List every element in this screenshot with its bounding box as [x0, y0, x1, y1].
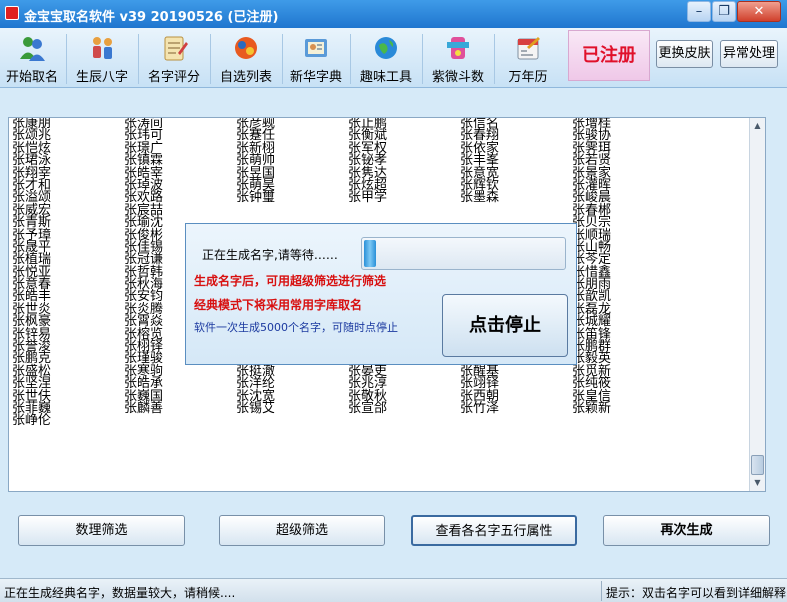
progress-dialog: 正在生成名字,请等待…… 生成名字后，可用超级筛选进行筛选 经典模式下将采用常用… — [185, 223, 577, 365]
scroll-up-icon[interactable]: ▲ — [750, 118, 765, 134]
status-bar: 正在生成经典名字，数据量较大，请稍候.... 提示：双击名字可以看到详细解释 — [0, 578, 787, 602]
dictionary-icon — [305, 39, 327, 57]
fun-tools-button[interactable]: 趣味工具 — [354, 31, 418, 87]
start-naming-button[interactable]: 开始取名 — [2, 31, 62, 87]
toolbar-label: 紫微斗数 — [431, 70, 484, 85]
toolbar-label: 开始取名 — [5, 70, 58, 85]
ziwei-doushu-button[interactable]: 紫微斗数 — [426, 31, 490, 87]
name-item[interactable]: 张钟璽 — [236, 191, 346, 204]
tip-filter-text: 生成名字后，可用超级筛选进行筛选 — [194, 274, 387, 288]
name-score-button[interactable]: 名字评分 — [142, 31, 206, 87]
calendar-icon — [517, 37, 540, 60]
app-icon — [5, 6, 19, 20]
name-item[interactable]: 张甲学 — [348, 191, 458, 204]
toolbar-separator — [66, 34, 67, 84]
five-elements-button[interactable]: 查看各名字五行属性 — [411, 515, 577, 546]
window-title: 金宝宝取名软件 v39 20190526 (已注册) — [24, 10, 279, 25]
title-bar: 金宝宝取名软件 v39 20190526 (已注册) – ❐ ✕ — [0, 0, 787, 28]
vertical-scrollbar[interactable]: ▲ ▼ — [749, 118, 765, 491]
toolbar-label: 新华字典 — [289, 70, 342, 85]
toolbar-label: 趣味工具 — [359, 70, 412, 85]
stop-button[interactable]: 点击停止 — [442, 294, 568, 357]
minimize-button[interactable]: – — [687, 1, 711, 22]
perpetual-calendar-button[interactable]: 万年历 — [498, 31, 558, 87]
super-filter-button[interactable]: 超级筛选 — [219, 515, 385, 546]
scroll-down-icon[interactable]: ▼ — [750, 475, 765, 491]
notepad-icon — [164, 36, 188, 61]
name-item[interactable]: 张峥伦 — [12, 414, 122, 427]
status-message: 正在生成经典名字，数据量较大，请稍候.... — [4, 586, 236, 600]
names-column: 张康朋 张颂兆 张恺炫 张珺泳 张翔宰 张才和 张溢颂 张威宏 张青斯 张予璋 张晟平 张植瑞 张悦亚张… — [12, 118, 122, 428]
status-divider — [601, 581, 602, 601]
list-icon — [235, 37, 257, 59]
registered-badge: 已注册 — [568, 30, 650, 81]
toolbar-separator — [282, 34, 283, 84]
toolbar-separator — [210, 34, 211, 84]
progress-status-text: 正在生成名字,请等待…… — [202, 248, 338, 262]
toolbar-separator — [138, 34, 139, 84]
toolbar-separator — [350, 34, 351, 84]
name-item[interactable]: 张颖新 — [572, 402, 682, 415]
names-column: 张增桂 张骏协 张霁珥 张若贤 张景家 张灌晖 张峻晨 张春郴 张贝宗 张顺瑞 张山畅 张芩定 张惜鑫张… — [572, 118, 682, 415]
tip-classic-text: 经典模式下将采用常用字库取名 — [194, 298, 363, 312]
toolbar-label: 生辰八字 — [75, 70, 128, 85]
globe-icon — [375, 37, 397, 59]
name-item[interactable]: 张麟善 — [124, 402, 234, 415]
toolbar-separator — [494, 34, 495, 84]
progress-bar — [361, 237, 566, 270]
name-item[interactable]: 张锡艾 — [236, 402, 346, 415]
name-item[interactable] — [236, 205, 346, 217]
progress-fill — [364, 240, 376, 267]
close-button[interactable]: ✕ — [737, 1, 781, 22]
name-item[interactable]: 张墨森 — [460, 191, 570, 204]
restore-button[interactable]: ❐ — [712, 1, 736, 22]
scroll-thumb[interactable] — [751, 455, 764, 475]
exception-handling-button[interactable]: 异常处理 — [720, 40, 778, 68]
regenerate-button[interactable]: 再次生成 — [603, 515, 770, 546]
toolbar-label: 名字评分 — [147, 70, 200, 85]
stars-icon — [447, 37, 469, 59]
status-hint: 提示：双击名字可以看到详细解释 — [606, 586, 787, 600]
toolbar-label: 自选列表 — [219, 70, 272, 85]
change-skin-button[interactable]: 更换皮肤 — [656, 40, 713, 68]
tip-batch-text: 软件一次生成5000个名字，可随时点停止 — [194, 321, 398, 334]
family-icon — [93, 37, 112, 59]
numerology-filter-button[interactable]: 数理筛选 — [18, 515, 185, 546]
birth-eight-characters-button[interactable]: 生辰八字 — [70, 31, 134, 87]
people-icon — [20, 37, 45, 61]
custom-list-button[interactable]: 自选列表 — [214, 31, 278, 87]
toolbar-separator — [422, 34, 423, 84]
name-item[interactable] — [460, 205, 570, 217]
name-item[interactable]: 张竹泽 — [460, 402, 570, 415]
toolbar-label: 万年历 — [508, 70, 548, 85]
name-item[interactable]: 张宣郃 — [348, 402, 458, 415]
xinhua-dictionary-button[interactable]: 新华字典 — [286, 31, 346, 87]
name-item[interactable] — [348, 205, 458, 217]
